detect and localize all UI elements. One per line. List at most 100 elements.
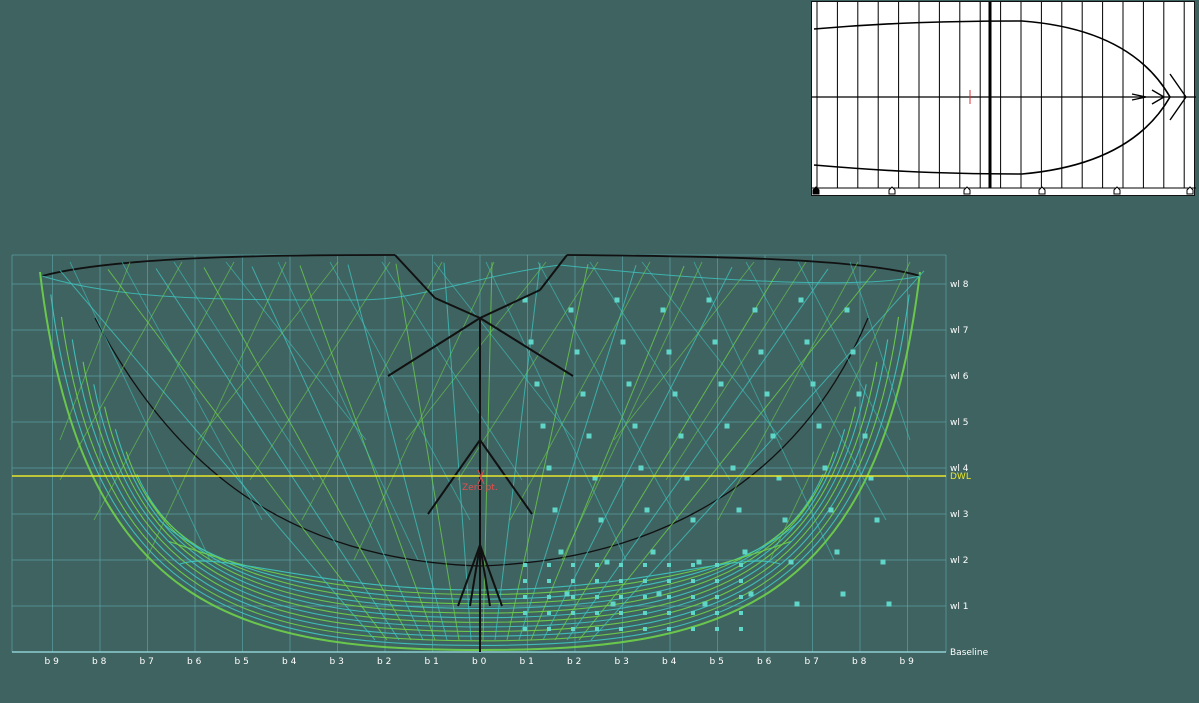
mesh-control-point[interactable] bbox=[667, 595, 671, 599]
mesh-control-point[interactable] bbox=[571, 579, 575, 583]
mesh-control-point[interactable] bbox=[523, 611, 527, 615]
mesh-control-point[interactable] bbox=[706, 297, 712, 303]
mesh-control-point[interactable] bbox=[691, 611, 695, 615]
mesh-control-point[interactable] bbox=[810, 381, 816, 387]
mesh-control-point[interactable] bbox=[782, 517, 788, 523]
mesh-control-point[interactable] bbox=[874, 517, 880, 523]
mesh-control-point[interactable] bbox=[523, 595, 527, 599]
mesh-control-point[interactable] bbox=[571, 611, 575, 615]
mesh-control-point[interactable] bbox=[758, 349, 764, 355]
mesh-control-point[interactable] bbox=[691, 627, 695, 631]
mesh-control-point[interactable] bbox=[580, 391, 586, 397]
mesh-control-point[interactable] bbox=[798, 297, 804, 303]
mesh-control-point[interactable] bbox=[656, 591, 662, 597]
mesh-control-point[interactable] bbox=[604, 559, 610, 565]
mesh-control-point[interactable] bbox=[638, 465, 644, 471]
mesh-control-point[interactable] bbox=[643, 579, 647, 583]
mesh-control-point[interactable] bbox=[678, 433, 684, 439]
mesh-control-point[interactable] bbox=[742, 549, 748, 555]
mesh-control-point[interactable] bbox=[666, 349, 672, 355]
mesh-control-point[interactable] bbox=[739, 563, 743, 567]
mesh-control-point[interactable] bbox=[739, 579, 743, 583]
mesh-control-point[interactable] bbox=[568, 307, 574, 313]
mesh-control-point[interactable] bbox=[610, 601, 616, 607]
mesh-control-point[interactable] bbox=[667, 611, 671, 615]
mesh-control-point[interactable] bbox=[619, 611, 623, 615]
mesh-control-point[interactable] bbox=[552, 507, 558, 513]
mesh-control-point[interactable] bbox=[626, 381, 632, 387]
mesh-control-point[interactable] bbox=[828, 507, 834, 513]
mesh-control-point[interactable] bbox=[650, 549, 656, 555]
mesh-control-point[interactable] bbox=[528, 339, 534, 345]
mesh-control-point[interactable] bbox=[598, 517, 604, 523]
mesh-control-point[interactable] bbox=[816, 423, 822, 429]
mesh-control-point[interactable] bbox=[619, 627, 623, 631]
mesh-control-point[interactable] bbox=[724, 423, 730, 429]
mesh-control-point[interactable] bbox=[547, 611, 551, 615]
mesh-control-point[interactable] bbox=[856, 391, 862, 397]
mesh-control-point[interactable] bbox=[620, 339, 626, 345]
mesh-control-point[interactable] bbox=[752, 307, 758, 313]
mesh-control-point[interactable] bbox=[862, 433, 868, 439]
mesh-control-point[interactable] bbox=[702, 601, 708, 607]
mesh-control-point[interactable] bbox=[595, 579, 599, 583]
mesh-control-point[interactable] bbox=[667, 627, 671, 631]
mesh-control-point[interactable] bbox=[547, 579, 551, 583]
mesh-control-point[interactable] bbox=[667, 563, 671, 567]
mesh-control-point[interactable] bbox=[770, 433, 776, 439]
mesh-control-point[interactable] bbox=[804, 339, 810, 345]
mesh-control-point[interactable] bbox=[546, 465, 552, 471]
mesh-control-point[interactable] bbox=[715, 611, 719, 615]
mesh-control-point[interactable] bbox=[534, 381, 540, 387]
mesh-control-point[interactable] bbox=[564, 591, 570, 597]
mesh-control-point[interactable] bbox=[691, 595, 695, 599]
mesh-control-point[interactable] bbox=[730, 465, 736, 471]
body-plan-view[interactable]: wl 1wl 2wl 3wl 4wl 5wl 6wl 7wl 8 b 9b 8b… bbox=[0, 0, 1199, 703]
mesh-control-point[interactable] bbox=[574, 349, 580, 355]
mesh-control-point[interactable] bbox=[523, 563, 527, 567]
mesh-control-point[interactable] bbox=[523, 579, 527, 583]
mesh-control-point[interactable] bbox=[715, 563, 719, 567]
mesh-control-point[interactable] bbox=[672, 391, 678, 397]
mesh-control-point[interactable] bbox=[739, 611, 743, 615]
mesh-control-point[interactable] bbox=[571, 627, 575, 631]
mesh-control-point[interactable] bbox=[736, 507, 742, 513]
mesh-control-point[interactable] bbox=[690, 517, 696, 523]
mesh-control-point[interactable] bbox=[643, 595, 647, 599]
mesh-control-point[interactable] bbox=[619, 579, 623, 583]
mesh-control-point[interactable] bbox=[764, 391, 770, 397]
mesh-control-point[interactable] bbox=[691, 563, 695, 567]
mesh-control-point[interactable] bbox=[739, 627, 743, 631]
mesh-control-point[interactable] bbox=[595, 627, 599, 631]
mesh-control-point[interactable] bbox=[715, 627, 719, 631]
mesh-control-point[interactable] bbox=[844, 307, 850, 313]
mesh-control-point[interactable] bbox=[595, 563, 599, 567]
mesh-control-point[interactable] bbox=[540, 423, 546, 429]
mesh-control-point[interactable] bbox=[595, 595, 599, 599]
mesh-control-point[interactable] bbox=[643, 563, 647, 567]
mesh-control-point[interactable] bbox=[715, 579, 719, 583]
mesh-control-point[interactable] bbox=[667, 579, 671, 583]
mesh-control-point[interactable] bbox=[691, 579, 695, 583]
mesh-control-point[interactable] bbox=[748, 591, 754, 597]
mesh-control-point[interactable] bbox=[739, 595, 743, 599]
mesh-control-point[interactable] bbox=[886, 601, 892, 607]
mesh-control-point[interactable] bbox=[788, 559, 794, 565]
mesh-control-point[interactable] bbox=[547, 627, 551, 631]
mesh-control-point[interactable] bbox=[712, 339, 718, 345]
mesh-control-point[interactable] bbox=[715, 595, 719, 599]
mesh-control-point[interactable] bbox=[523, 627, 527, 631]
mesh-control-point[interactable] bbox=[558, 549, 564, 555]
mesh-control-point[interactable] bbox=[660, 307, 666, 313]
mesh-control-point[interactable] bbox=[619, 563, 623, 567]
mesh-control-point[interactable] bbox=[619, 595, 623, 599]
mesh-control-point[interactable] bbox=[595, 611, 599, 615]
mesh-control-point[interactable] bbox=[718, 381, 724, 387]
mesh-control-point[interactable] bbox=[547, 595, 551, 599]
mesh-control-point[interactable] bbox=[643, 611, 647, 615]
mesh-control-point[interactable] bbox=[880, 559, 886, 565]
mesh-control-point[interactable] bbox=[547, 563, 551, 567]
mesh-control-point[interactable] bbox=[586, 433, 592, 439]
mesh-control-point[interactable] bbox=[571, 595, 575, 599]
mesh-control-point[interactable] bbox=[840, 591, 846, 597]
